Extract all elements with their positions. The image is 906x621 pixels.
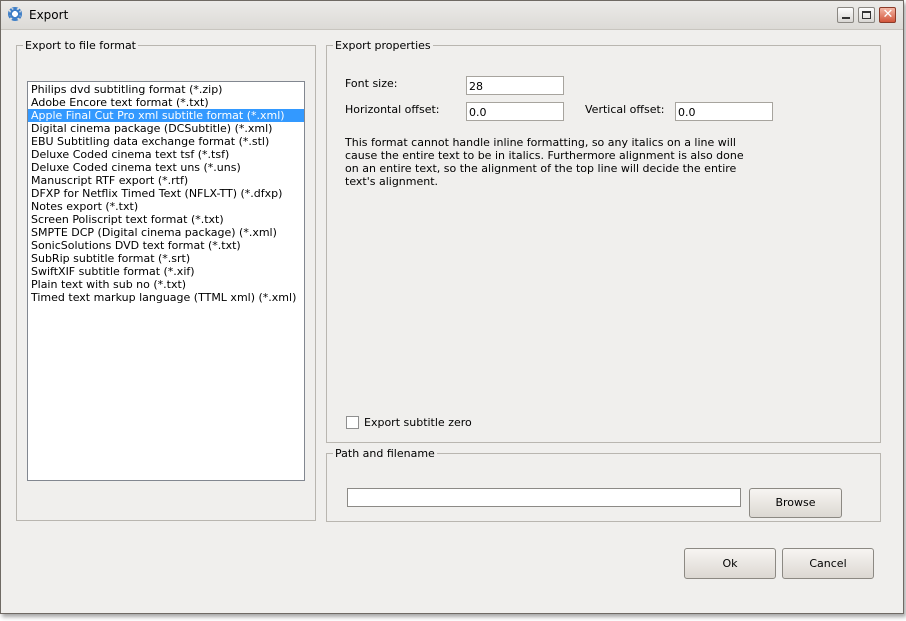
vertical-offset-input[interactable]: 0.0 (675, 102, 773, 121)
window-title: Export (29, 8, 69, 22)
path-group: Path and filename Browse (326, 447, 881, 522)
format-list-item[interactable]: Screen Poliscript text format (*.txt) (28, 213, 304, 226)
export-properties-group: Export properties Font size: 28 Horizont… (326, 39, 881, 443)
ok-button[interactable]: Ok (684, 548, 776, 579)
format-list-item[interactable]: Apple Final Cut Pro xml subtitle format … (28, 109, 304, 122)
format-list-item[interactable]: DFXP for Netflix Timed Text (NFLX-TT) (*… (28, 187, 304, 200)
format-description: This format cannot handle inline formatt… (345, 136, 744, 188)
minimize-icon (842, 17, 850, 19)
path-group-legend: Path and filename (335, 447, 435, 460)
format-list-item[interactable]: Timed text markup language (TTML xml) (*… (28, 291, 304, 304)
format-list-item[interactable]: Digital cinema package (DCSubtitle) (*.x… (28, 122, 304, 135)
font-size-input[interactable]: 28 (466, 76, 564, 95)
title-bar[interactable]: Export ✕ (1, 1, 903, 30)
format-list-item[interactable]: Philips dvd subtitling format (*.zip) (28, 83, 304, 96)
format-listbox[interactable]: Philips dvd subtitling format (*.zip) Ado… (27, 81, 305, 481)
format-list-item[interactable]: EBU Subtitling data exchange format (*.s… (28, 135, 304, 148)
format-list-item[interactable]: SonicSolutions DVD text format (*.txt) (28, 239, 304, 252)
app-gear-icon (8, 7, 22, 21)
format-group: Export to file format Philips dvd subtit… (16, 39, 316, 521)
horizontal-offset-label: Horizontal offset: (345, 103, 440, 116)
maximize-icon (862, 11, 871, 19)
format-list-item[interactable]: SwiftXIF subtitle format (*.xif) (28, 265, 304, 278)
format-list-item[interactable]: Adobe Encore text format (*.txt) (28, 96, 304, 109)
cancel-button[interactable]: Cancel (782, 548, 874, 579)
format-group-legend: Export to file format (25, 39, 136, 52)
format-list-item[interactable]: Deluxe Coded cinema text tsf (*.tsf) (28, 148, 304, 161)
export-properties-legend: Export properties (335, 39, 431, 52)
export-subtitle-zero-label[interactable]: Export subtitle zero (364, 416, 472, 429)
close-icon: ✕ (882, 7, 894, 22)
minimize-button[interactable] (837, 7, 854, 23)
format-list-item[interactable]: Deluxe Coded cinema text uns (*.uns) (28, 161, 304, 174)
export-subtitle-zero-checkbox[interactable] (346, 416, 359, 429)
format-list-item[interactable]: Notes export (*.txt) (28, 200, 304, 213)
horizontal-offset-input[interactable]: 0.0 (466, 102, 564, 121)
vertical-offset-label: Vertical offset: (585, 103, 665, 116)
font-size-label: Font size: (345, 77, 398, 90)
format-list-item[interactable]: Manuscript RTF export (*.rtf) (28, 174, 304, 187)
maximize-button[interactable] (858, 7, 875, 23)
browse-button[interactable]: Browse (749, 488, 842, 518)
path-input[interactable] (347, 488, 741, 507)
close-button[interactable]: ✕ (879, 7, 896, 23)
format-list-item[interactable]: SubRip subtitle format (*.srt) (28, 252, 304, 265)
export-dialog: Export ✕ Export to file format Philips d… (0, 0, 904, 614)
format-list-item[interactable]: SMPTE DCP (Digital cinema package) (*.xm… (28, 226, 304, 239)
format-list-item[interactable]: Plain text with sub no (*.txt) (28, 278, 304, 291)
